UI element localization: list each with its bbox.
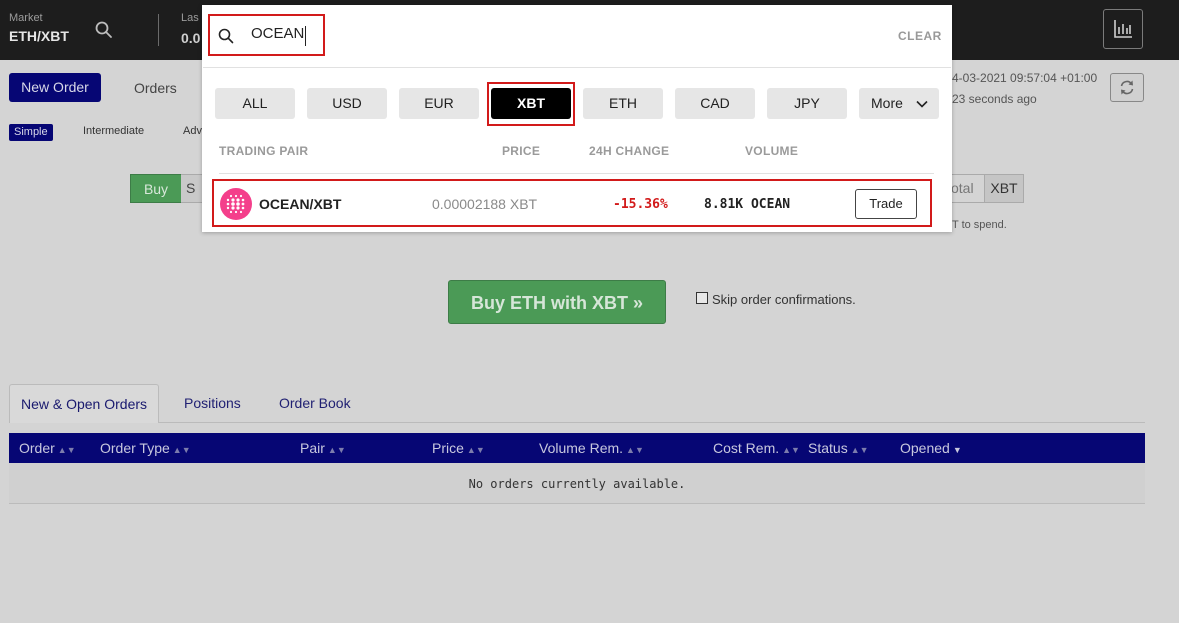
sort-icon: ▲▼ xyxy=(57,445,76,455)
skip-confirmations-label: Skip order confirmations. xyxy=(712,292,856,307)
col-volume: VOLUME xyxy=(745,144,799,158)
more-label: More xyxy=(871,95,903,111)
spend-hint: T to spend. xyxy=(952,219,1007,231)
result-row-highlight-box xyxy=(212,179,932,227)
new-order-tab[interactable]: New Order xyxy=(9,73,101,102)
col-price[interactable]: Price ▲▼ xyxy=(432,433,485,463)
filter-jpy[interactable]: JPY xyxy=(767,88,847,119)
xbt-filter-highlight-box xyxy=(487,82,575,126)
sort-icon: ▲▼ xyxy=(782,445,800,455)
orders-empty-message: No orders currently available. xyxy=(9,463,1145,504)
market-pair[interactable]: ETH/XBT xyxy=(9,28,69,44)
clear-search-button[interactable]: CLEAR xyxy=(898,29,942,43)
col-order-type[interactable]: Order Type ▲▼ xyxy=(100,433,191,463)
bar-chart-icon xyxy=(1114,20,1132,38)
filter-all[interactable]: ALL xyxy=(215,88,295,119)
sort-icon: ▲▼ xyxy=(327,445,346,455)
orders-tab[interactable]: Orders xyxy=(134,80,177,96)
filter-cad[interactable]: CAD xyxy=(675,88,755,119)
total-toggle[interactable]: otal xyxy=(948,174,985,203)
search-highlight-box xyxy=(208,14,325,56)
tabs-divider xyxy=(9,422,1145,423)
mode-advanced[interactable]: Adv xyxy=(183,125,202,137)
filter-eth[interactable]: ETH xyxy=(583,88,663,119)
mode-intermediate[interactable]: Intermediate xyxy=(83,125,144,137)
sell-side-tab[interactable]: S xyxy=(181,174,203,203)
orders-table-header: Order ▲▼ Order Type ▲▼ Pair ▲▼ Price ▲▼ Volu… xyxy=(9,433,1145,463)
col-volume-rem[interactable]: Volume Rem. ▲▼ xyxy=(539,433,644,463)
filter-more-dropdown[interactable]: More xyxy=(859,88,939,119)
sort-desc-icon: ▼ xyxy=(952,445,962,455)
last-update-timestamp: 4-03-2021 09:57:04 +01:00 xyxy=(952,71,1098,85)
col-price: PRICE xyxy=(502,144,541,158)
skip-confirmations-checkbox[interactable] xyxy=(696,292,708,304)
col-pair[interactable]: Pair ▲▼ xyxy=(300,433,346,463)
header-divider xyxy=(158,14,159,46)
sort-icon: ▲▼ xyxy=(172,445,191,455)
chevron-down-icon xyxy=(916,100,928,108)
sort-icon: ▲▼ xyxy=(850,445,869,455)
tab-open-orders[interactable]: New & Open Orders xyxy=(9,384,159,423)
refresh-button[interactable] xyxy=(1110,73,1144,102)
market-label: Market xyxy=(9,12,43,24)
col-opened[interactable]: Opened ▼ xyxy=(900,433,962,463)
last-update-ago: 23 seconds ago xyxy=(952,92,1037,106)
chart-toggle-button[interactable] xyxy=(1103,9,1143,49)
filter-eur[interactable]: EUR xyxy=(399,88,479,119)
sort-icon: ▲▼ xyxy=(626,445,644,455)
sort-icon: ▲▼ xyxy=(466,445,485,455)
currency-toggle[interactable]: XBT xyxy=(984,174,1024,203)
col-24h-change: 24H CHANGE xyxy=(589,144,670,158)
col-cost-rem[interactable]: Cost Rem. ▲▼ xyxy=(713,433,800,463)
results-header-divider xyxy=(219,173,934,174)
col-status[interactable]: Status ▲▼ xyxy=(808,433,869,463)
refresh-icon xyxy=(1120,80,1134,95)
mode-simple[interactable]: Simple xyxy=(9,124,53,141)
tab-positions[interactable]: Positions xyxy=(184,395,241,411)
col-trading-pair: TRADING PAIR xyxy=(219,144,309,158)
modal-divider xyxy=(203,67,951,68)
last-price-label: Las xyxy=(181,12,199,24)
filter-usd[interactable]: USD xyxy=(307,88,387,119)
tab-order-book[interactable]: Order Book xyxy=(279,395,351,411)
last-price-value: 0.0 xyxy=(181,30,201,46)
search-icon[interactable] xyxy=(94,20,114,40)
buy-side-tab[interactable]: Buy xyxy=(130,174,182,203)
submit-buy-button[interactable]: Buy ETH with XBT » xyxy=(448,280,666,324)
col-order[interactable]: Order ▲▼ xyxy=(19,433,76,463)
